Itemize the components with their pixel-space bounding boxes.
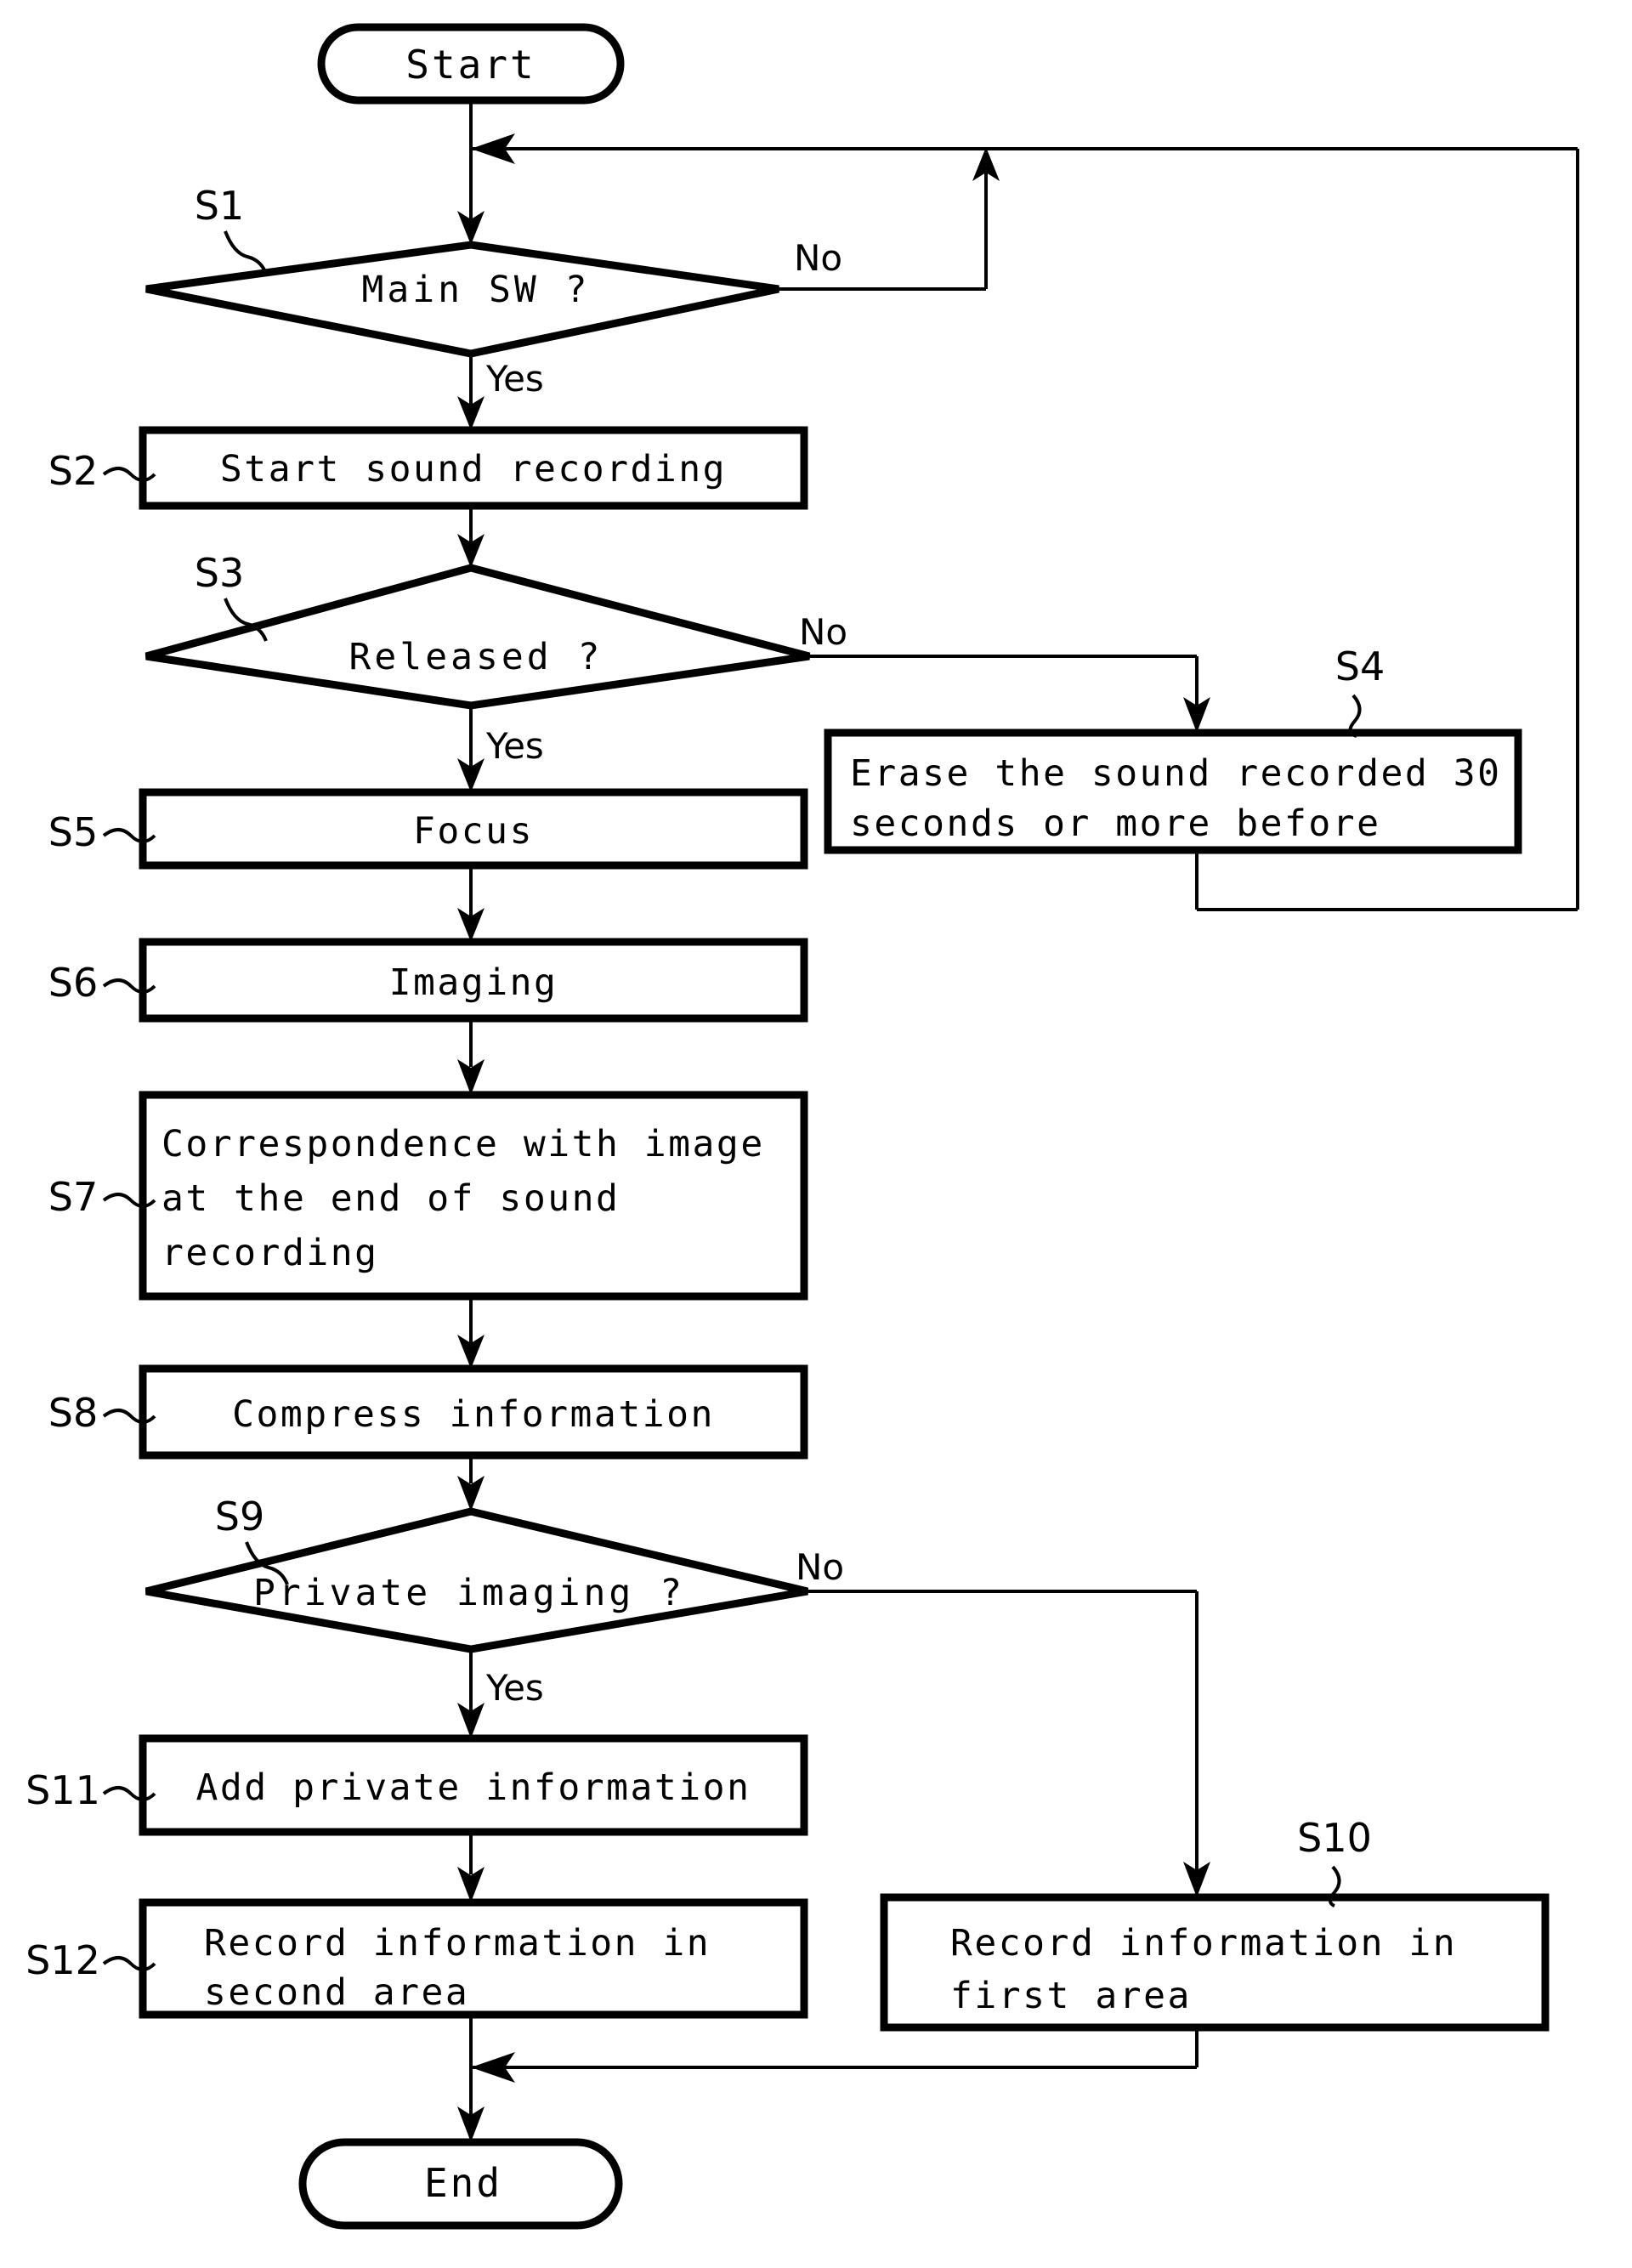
edge-label-s9-no: No bbox=[796, 1546, 844, 1588]
step-label-s9: S9 bbox=[215, 1494, 264, 1539]
process-s7-line2: at the end of sound bbox=[162, 1177, 620, 1220]
step-label-s3: S3 bbox=[195, 550, 244, 596]
step-label-s1: S1 bbox=[195, 183, 244, 229]
process-s7-line1: Correspondence with image bbox=[162, 1123, 765, 1165]
process-s10-line2: first area bbox=[950, 1975, 1192, 2017]
process-s4-line2: seconds or more before bbox=[850, 802, 1381, 845]
edge-label-s3-no: No bbox=[799, 611, 847, 653]
step-label-s5: S5 bbox=[48, 809, 98, 855]
leader-s1 bbox=[224, 230, 268, 275]
terminator-end-label: End bbox=[424, 2160, 502, 2206]
decision-s1-label: Main SW ? bbox=[362, 269, 591, 311]
flowchart-diagram: Start Main SW ? Start sound recording Re… bbox=[0, 0, 1632, 2268]
process-s4-line1: Erase the sound recorded 30 bbox=[850, 752, 1501, 795]
step-label-s12: S12 bbox=[26, 1937, 100, 1983]
edge-label-s9-yes: Yes bbox=[485, 1667, 544, 1709]
step-label-s10: S10 bbox=[1297, 1815, 1372, 1861]
process-s12-line2: second area bbox=[204, 1971, 469, 2014]
decision-s3-label: Released ? bbox=[349, 636, 604, 678]
decision-s9-label: Private imaging ? bbox=[253, 1572, 685, 1614]
process-s2-label: Start sound recording bbox=[220, 448, 727, 490]
process-s5-label: Focus bbox=[413, 810, 534, 853]
step-label-s11: S11 bbox=[26, 1767, 100, 1813]
step-label-s6: S6 bbox=[48, 960, 98, 1006]
step-label-s2: S2 bbox=[48, 448, 98, 494]
step-label-s7: S7 bbox=[48, 1174, 98, 1220]
edge-label-s1-yes: Yes bbox=[485, 358, 544, 400]
process-s6-label: Imaging bbox=[389, 961, 558, 1004]
process-s8-label: Compress information bbox=[232, 1393, 715, 1436]
step-label-s4: S4 bbox=[1335, 644, 1385, 689]
process-s10-line1: Record information in bbox=[950, 1922, 1457, 1965]
edge-label-s3-yes: Yes bbox=[485, 725, 544, 767]
process-s12-line1: Record information in bbox=[204, 1922, 711, 1965]
edge-label-s1-no: No bbox=[794, 237, 842, 279]
process-s7-line3: recording bbox=[162, 1232, 379, 1274]
process-s11-label: Add private information bbox=[196, 1766, 751, 1809]
terminator-start-label: Start bbox=[405, 42, 536, 88]
shape-layer: Start Main SW ? Start sound recording Re… bbox=[139, 23, 1550, 2230]
step-label-s8: S8 bbox=[48, 1390, 98, 1436]
flowchart-canvas: Start Main SW ? Start sound recording Re… bbox=[26, 23, 1579, 2230]
